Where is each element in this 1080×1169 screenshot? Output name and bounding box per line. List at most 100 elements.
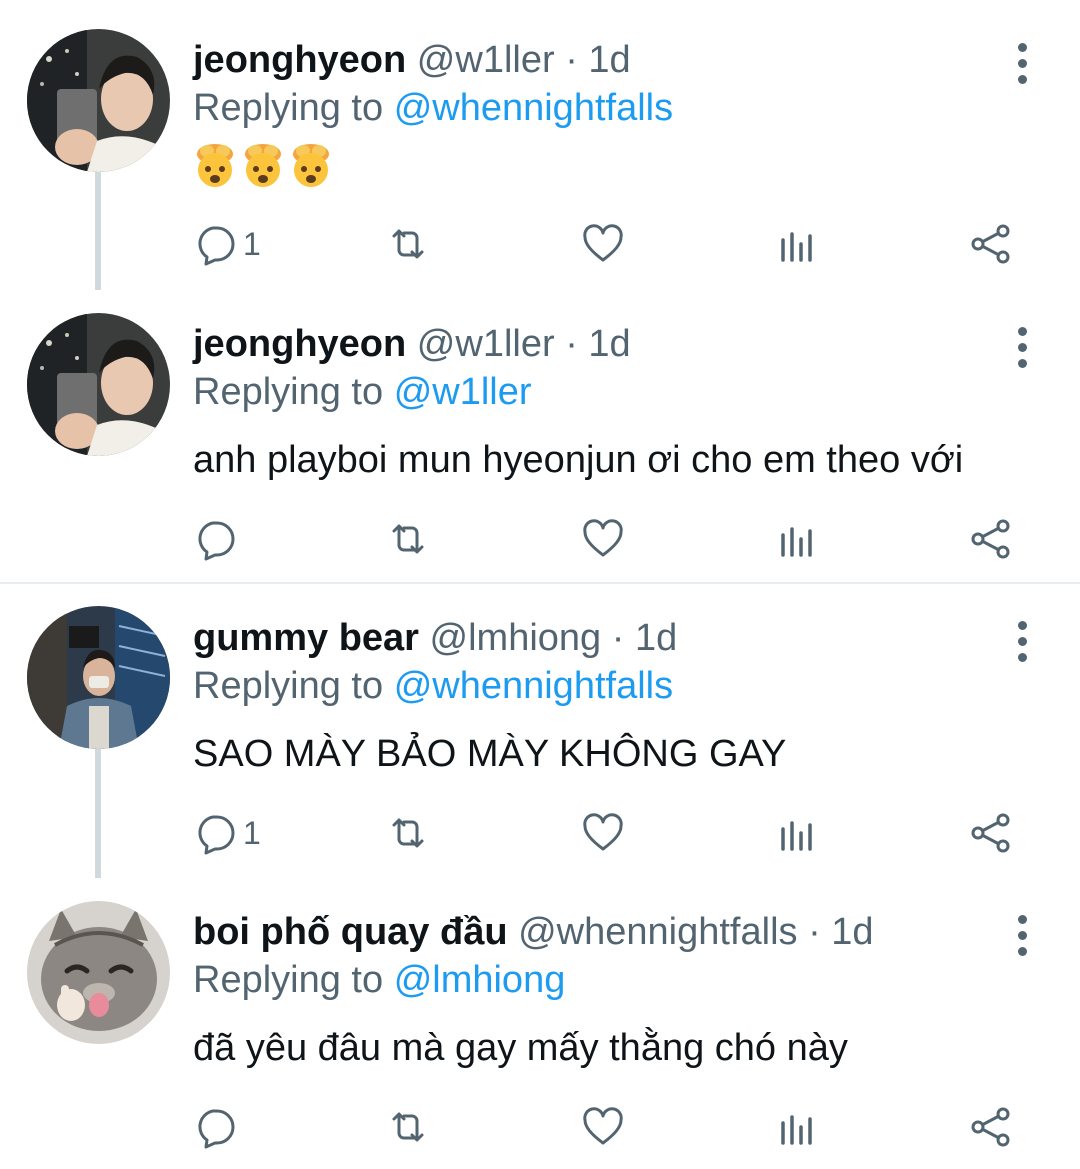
replying-to-label: Replying to <box>193 87 384 129</box>
replying-to-label: Replying to <box>193 959 384 1001</box>
separator: · <box>565 39 578 81</box>
tweet-text: anh playboi mun hyeonjun ơi cho em theo … <box>193 439 964 481</box>
replying-to: Replying to @lmhiong <box>193 956 565 1004</box>
reply-button[interactable] <box>193 1097 243 1157</box>
like-button[interactable] <box>581 803 625 863</box>
retweet-button[interactable] <box>386 1097 430 1157</box>
avatar[interactable] <box>27 313 170 456</box>
action-bar: 1 <box>0 803 1080 863</box>
emoji-row <box>193 142 333 190</box>
reply-button[interactable]: 1 <box>193 214 261 274</box>
heart-icon <box>583 813 623 851</box>
mention-link[interactable]: @whennightfalls <box>394 87 673 129</box>
views-button[interactable] <box>775 509 819 569</box>
reply-button[interactable] <box>193 509 243 569</box>
avatar[interactable] <box>27 901 170 1044</box>
more-options-button[interactable] <box>1010 322 1034 382</box>
more-options-button[interactable] <box>1010 910 1034 970</box>
reply-count: 1 <box>243 225 261 262</box>
views-button[interactable] <box>775 214 819 274</box>
like-button[interactable] <box>581 509 625 569</box>
more-vertical-icon <box>1017 621 1027 630</box>
more-options-button[interactable] <box>1010 38 1034 98</box>
retweet-icon <box>392 1112 424 1142</box>
reply-icon <box>198 226 235 266</box>
share-icon <box>971 813 1010 853</box>
mention-link[interactable]: @whennightfalls <box>394 665 673 707</box>
tweet[interactable]: gummy bear @lmhiong · 1d Replying to @wh… <box>0 584 1080 878</box>
display-name[interactable]: boi phố quay đầu <box>193 911 508 953</box>
reply-icon <box>198 815 235 855</box>
retweet-button[interactable] <box>386 803 430 863</box>
retweet-icon <box>392 229 424 259</box>
separator: · <box>808 911 821 953</box>
handle[interactable]: @lmhiong <box>430 617 602 659</box>
tweet[interactable]: jeonghyeon @w1ller · 1d Replying to @w1l… <box>0 290 1080 582</box>
action-bar <box>0 1097 1080 1157</box>
analytics-icon <box>781 527 812 557</box>
share-icon <box>971 1107 1010 1147</box>
reply-icon <box>198 1109 235 1149</box>
mention-link[interactable]: @lmhiong <box>394 959 566 1001</box>
display-name[interactable]: gummy bear <box>193 617 419 659</box>
exploding-head-icon <box>293 144 329 187</box>
reply-button[interactable]: 1 <box>193 803 261 863</box>
replying-to-label: Replying to <box>193 665 384 707</box>
retweet-button[interactable] <box>386 509 430 569</box>
like-button[interactable] <box>581 1097 625 1157</box>
mention-link[interactable]: @w1ller <box>394 371 532 413</box>
share-button[interactable] <box>969 509 1013 569</box>
separator: · <box>565 323 578 365</box>
display-name[interactable]: jeonghyeon <box>193 323 406 365</box>
like-button[interactable] <box>581 214 625 274</box>
exploding-head-icon <box>197 144 233 187</box>
reply-count: 1 <box>243 814 261 851</box>
timestamp[interactable]: 1d <box>588 323 630 365</box>
share-button[interactable] <box>969 803 1013 863</box>
replying-to: Replying to @whennightfalls <box>193 662 673 710</box>
replying-to-label: Replying to <box>193 371 384 413</box>
action-bar <box>0 509 1080 569</box>
retweet-icon <box>392 818 424 848</box>
heart-icon <box>583 519 623 557</box>
heart-icon <box>583 224 623 262</box>
tweet-header: jeonghyeon @w1ller · 1d <box>193 320 631 368</box>
tweet[interactable]: boi phố quay đầu @whennightfalls · 1d Re… <box>0 878 1080 1169</box>
tweet-text: SAO MÀY BẢO MÀY KHÔNG GAY <box>193 733 787 775</box>
replying-to: Replying to @w1ller <box>193 368 532 416</box>
tweet-header: boi phố quay đầu @whennightfalls · 1d <box>193 908 874 956</box>
analytics-icon <box>781 821 812 851</box>
share-button[interactable] <box>969 214 1013 274</box>
action-bar: 1 <box>0 214 1080 274</box>
avatar[interactable] <box>27 29 170 172</box>
more-vertical-icon <box>1017 915 1027 924</box>
handle[interactable]: @whennightfalls <box>518 911 797 953</box>
views-button[interactable] <box>775 1097 819 1157</box>
display-name[interactable]: jeonghyeon <box>193 39 406 81</box>
timestamp[interactable]: 1d <box>588 39 630 81</box>
avatar[interactable] <box>27 606 170 749</box>
analytics-icon <box>781 232 812 262</box>
more-vertical-icon <box>1017 43 1027 52</box>
share-icon <box>971 519 1010 559</box>
tweet-text: đã yêu đâu mà gay mấy thằng chó này <box>193 1027 848 1069</box>
retweet-button[interactable] <box>386 214 430 274</box>
replying-to: Replying to @whennightfalls <box>193 84 673 132</box>
share-icon <box>971 224 1010 264</box>
more-vertical-icon <box>1017 327 1027 336</box>
heart-icon <box>583 1107 623 1145</box>
handle[interactable]: @w1ller <box>417 323 555 365</box>
separator: · <box>611 617 625 659</box>
reply-icon <box>198 521 235 561</box>
retweet-icon <box>392 524 424 554</box>
tweet-header: gummy bear @lmhiong · 1d <box>193 614 677 662</box>
share-button[interactable] <box>969 1097 1013 1157</box>
timestamp[interactable]: 1d <box>635 617 677 659</box>
timestamp[interactable]: 1d <box>831 911 873 953</box>
tweet[interactable]: jeonghyeon @w1ller · 1d Replying to @whe… <box>0 0 1080 290</box>
handle[interactable]: @w1ller <box>417 39 555 81</box>
exploding-head-icon <box>245 144 281 187</box>
tweet-header: jeonghyeon @w1ller · 1d <box>193 36 631 84</box>
more-options-button[interactable] <box>1010 616 1034 676</box>
views-button[interactable] <box>775 803 819 863</box>
